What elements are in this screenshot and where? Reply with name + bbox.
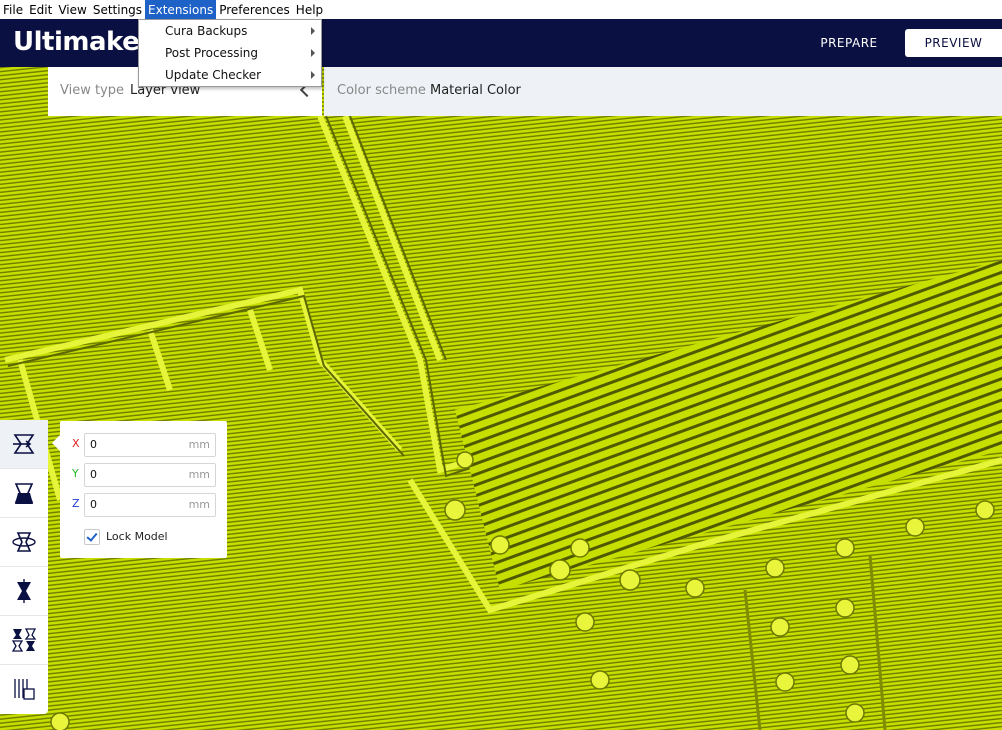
submenu-arrow-icon bbox=[311, 49, 315, 57]
menu-settings[interactable]: Settings bbox=[90, 0, 145, 19]
per-model-settings-icon bbox=[11, 628, 37, 652]
support-blocker-icon bbox=[14, 679, 35, 700]
menu-preferences[interactable]: Preferences bbox=[216, 0, 293, 19]
move-tool-panel: X 0 mm Y 0 mm Z 0 mm Lock Model bbox=[52, 421, 227, 558]
color-scheme-label: Color scheme bbox=[337, 83, 426, 98]
z-axis-label: Z bbox=[72, 497, 80, 510]
x-axis-label: X bbox=[72, 437, 80, 450]
y-unit: mm bbox=[188, 468, 210, 481]
menu-item-post-processing[interactable]: Post Processing bbox=[139, 42, 321, 64]
rotate-tool-icon bbox=[12, 532, 36, 552]
submenu-arrow-icon bbox=[311, 27, 315, 35]
menu-extensions[interactable]: Extensions bbox=[145, 0, 217, 19]
lock-model-checkbox[interactable] bbox=[84, 529, 100, 545]
menu-item-label: Update Checker bbox=[165, 68, 262, 82]
z-value: 0 bbox=[90, 498, 97, 511]
mirror-tool-button[interactable] bbox=[0, 567, 48, 616]
z-coordinate-input[interactable]: 0 mm bbox=[84, 493, 216, 517]
menu-help[interactable]: Help bbox=[293, 0, 326, 19]
color-scheme-value: Material Color bbox=[430, 83, 521, 98]
x-coordinate-input[interactable]: 0 mm bbox=[84, 433, 216, 457]
menu-bar: File Edit View Settings Extensions Prefe… bbox=[0, 0, 1002, 19]
ultimaker-logo: Ultimaker bbox=[13, 27, 152, 57]
lock-model-label: Lock Model bbox=[106, 530, 168, 543]
y-axis-label: Y bbox=[72, 467, 79, 480]
scale-tool-button[interactable] bbox=[0, 469, 48, 518]
preview-stage-button[interactable]: PREVIEW bbox=[905, 29, 1002, 57]
move-tool-icon bbox=[13, 434, 35, 454]
menu-item-label: Post Processing bbox=[165, 46, 258, 60]
prepare-stage-button[interactable]: PREPARE bbox=[808, 29, 890, 57]
menu-edit[interactable]: Edit bbox=[26, 0, 55, 19]
rotate-tool-button[interactable] bbox=[0, 518, 48, 567]
x-value: 0 bbox=[90, 438, 97, 451]
menu-item-update-checker[interactable]: Update Checker bbox=[139, 64, 321, 86]
per-model-settings-button[interactable] bbox=[0, 616, 48, 665]
x-coordinate-row: X 0 mm bbox=[70, 433, 220, 457]
menu-view[interactable]: View bbox=[55, 0, 89, 19]
y-coordinate-input[interactable]: 0 mm bbox=[84, 463, 216, 487]
scale-tool-icon bbox=[14, 483, 34, 504]
support-blocker-button[interactable] bbox=[0, 665, 48, 713]
menu-file[interactable]: File bbox=[0, 0, 26, 19]
move-tool-button[interactable] bbox=[0, 420, 48, 469]
tool-bar bbox=[0, 420, 48, 714]
z-coordinate-row: Z 0 mm bbox=[70, 493, 220, 517]
y-coordinate-row: Y 0 mm bbox=[70, 463, 220, 487]
x-unit: mm bbox=[188, 438, 210, 451]
menu-item-label: Cura Backups bbox=[165, 24, 248, 38]
menu-item-cura-backups[interactable]: Cura Backups bbox=[139, 20, 321, 42]
extensions-dropdown: Cura Backups Post Processing Update Chec… bbox=[138, 19, 322, 87]
color-scheme-selector[interactable]: Color scheme Material Color bbox=[324, 67, 1002, 116]
view-type-label: View type bbox=[60, 83, 125, 98]
submenu-arrow-icon bbox=[311, 71, 315, 79]
z-unit: mm bbox=[188, 498, 210, 511]
mirror-tool-icon bbox=[17, 579, 31, 603]
y-value: 0 bbox=[90, 468, 97, 481]
